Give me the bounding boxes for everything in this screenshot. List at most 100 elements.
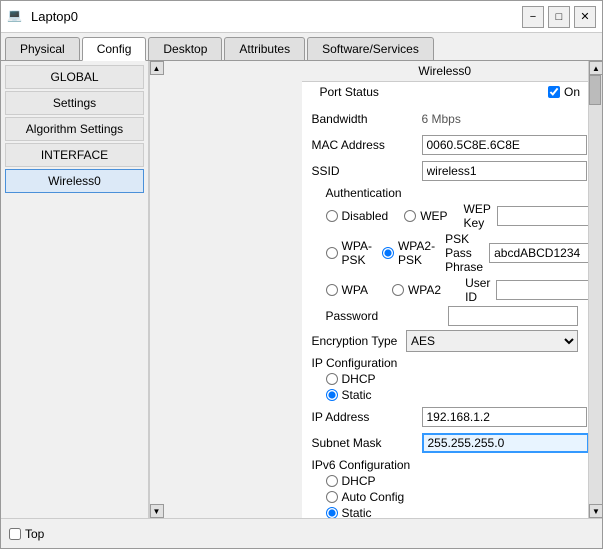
ipv6-dhcp-radio[interactable] (326, 475, 338, 487)
auth-label: Authentication (326, 186, 579, 200)
ipv6-config-label: IPv6 Configuration (312, 458, 579, 472)
right-scroll-thumb[interactable] (589, 75, 601, 105)
auth-wpa-option: WPA (326, 283, 368, 297)
ip-dhcp-row: DHCP (326, 372, 579, 386)
auth-wep-label: WEP (420, 209, 447, 223)
ip-dhcp-radio[interactable] (326, 373, 338, 385)
right-panel-wrapper: Wireless0 Port Status On Bandwidth 6 Mbp… (302, 61, 603, 518)
auth-wpa2-label: WPA2 (408, 283, 441, 297)
auth-row3: WPA WPA2 User ID (326, 276, 579, 304)
ipv6-auto-config-radio[interactable] (326, 491, 338, 503)
ip-config-label: IP Configuration (312, 356, 579, 370)
encryption-select[interactable]: AES TKIP (406, 330, 578, 352)
auth-disabled-label: Disabled (342, 209, 389, 223)
ipv6-dhcp-row: DHCP (326, 474, 579, 488)
form-area: Bandwidth 6 Mbps MAC Address SSID (302, 102, 589, 518)
auth-wpapsk-radio[interactable] (326, 247, 338, 259)
encryption-row: Encryption Type AES TKIP (312, 330, 579, 352)
ssid-label: SSID (312, 164, 422, 178)
mac-address-input[interactable] (422, 135, 587, 155)
tab-config[interactable]: Config (82, 37, 147, 61)
window-title: Laptop0 (31, 9, 78, 24)
top-label: Top (25, 527, 44, 541)
auth-row1: Disabled WEP WEP Key (326, 202, 579, 230)
auth-section: Authentication Disabled WEP WEP K (312, 186, 579, 326)
left-scroll-down[interactable]: ▼ (150, 504, 164, 518)
auth-wpa2-radio[interactable] (392, 284, 404, 296)
ipv6-dhcp-label: DHCP (342, 474, 376, 488)
auth-wpa-label: WPA (342, 283, 368, 297)
user-id-input[interactable] (496, 280, 588, 300)
tab-software-services[interactable]: Software/Services (307, 37, 434, 60)
left-panel-interface[interactable]: INTERFACE (5, 143, 144, 167)
ipv6-static-label: Static (342, 506, 372, 518)
auth-wpa2psk-radio[interactable] (382, 247, 394, 259)
ip-dhcp-label: DHCP (342, 372, 376, 386)
tab-bar: Physical Config Desktop Attributes Softw… (1, 33, 602, 61)
left-panel-wireless0[interactable]: Wireless0 (5, 169, 144, 193)
left-panel-global[interactable]: GLOBAL (5, 65, 144, 89)
port-status-row: Port Status On (302, 82, 589, 102)
auth-wep-option: WEP (404, 209, 447, 223)
bottom-bar: Top (1, 518, 602, 548)
left-panel: GLOBAL Settings Algorithm Settings INTER… (1, 61, 149, 518)
right-scroll-up[interactable]: ▲ (589, 61, 602, 75)
main-content: GLOBAL Settings Algorithm Settings INTER… (1, 61, 602, 518)
wep-key-label: WEP Key (464, 202, 491, 230)
title-buttons: − □ ✕ (522, 6, 596, 28)
auth-wpa-radio[interactable] (326, 284, 338, 296)
ssid-input[interactable] (422, 161, 587, 181)
right-scrollbar: ▲ ▼ (588, 61, 602, 518)
tab-desktop[interactable]: Desktop (148, 37, 222, 60)
pass-phrase-input[interactable] (489, 243, 588, 263)
port-status-checkbox[interactable] (548, 86, 560, 98)
title-bar-left: 💻 Laptop0 (7, 8, 78, 26)
password-input[interactable] (448, 306, 578, 326)
top-checkbox-row: Top (9, 527, 44, 541)
right-panel: Wireless0 Port Status On Bandwidth 6 Mbp… (302, 61, 589, 518)
password-label: Password (326, 309, 449, 323)
auth-wpa2psk-label: WPA2-PSK (398, 239, 435, 267)
port-status-label: Port Status (310, 85, 548, 99)
title-bar: 💻 Laptop0 − □ ✕ (1, 1, 602, 33)
window-icon: 💻 (7, 8, 25, 26)
panel-title: Wireless0 (302, 61, 589, 82)
auth-wpa2psk-option: WPA2-PSK (382, 239, 435, 267)
left-scrollbar: ▲ ▼ (149, 61, 163, 518)
auth-disabled-radio[interactable] (326, 210, 338, 222)
left-section: GLOBAL Settings Algorithm Settings INTER… (1, 61, 302, 518)
ipv6-static-row: Static (326, 506, 579, 518)
left-panel-algo-settings[interactable]: Algorithm Settings (5, 117, 144, 141)
subnet-mask-row: Subnet Mask (312, 432, 579, 454)
auth-wpa2-option: WPA2 (392, 283, 441, 297)
subnet-mask-input[interactable] (422, 433, 589, 453)
port-status-on-label: On (564, 85, 580, 99)
ip-address-row: IP Address (312, 406, 579, 428)
ip-static-radio[interactable] (326, 389, 338, 401)
mac-address-row: MAC Address (312, 134, 579, 156)
top-checkbox[interactable] (9, 528, 21, 540)
tab-attributes[interactable]: Attributes (224, 37, 305, 60)
main-window: 💻 Laptop0 − □ ✕ Physical Config Desktop … (0, 0, 603, 549)
left-scroll-up[interactable]: ▲ (150, 61, 164, 75)
encryption-label: Encryption Type (312, 334, 406, 348)
auth-wpapsk-option: WPA-PSK (326, 239, 372, 267)
minimize-button[interactable]: − (522, 6, 544, 28)
user-id-label: User ID (465, 276, 490, 304)
ip-static-row: Static (326, 388, 579, 402)
ip-address-input[interactable] (422, 407, 587, 427)
right-scroll-down[interactable]: ▼ (589, 504, 602, 518)
mac-address-label: MAC Address (312, 138, 422, 152)
ipv6-static-radio[interactable] (326, 507, 338, 518)
subnet-mask-label: Subnet Mask (312, 436, 422, 450)
pass-phrase-label: PSK Pass Phrase (445, 232, 483, 274)
tab-physical[interactable]: Physical (5, 37, 80, 60)
bandwidth-row: Bandwidth 6 Mbps (312, 108, 579, 130)
wep-key-input[interactable] (497, 206, 588, 226)
auth-wep-radio[interactable] (404, 210, 416, 222)
close-button[interactable]: ✕ (574, 6, 596, 28)
auth-wpapsk-label: WPA-PSK (342, 239, 372, 267)
left-panel-settings[interactable]: Settings (5, 91, 144, 115)
maximize-button[interactable]: □ (548, 6, 570, 28)
ssid-row: SSID (312, 160, 579, 182)
